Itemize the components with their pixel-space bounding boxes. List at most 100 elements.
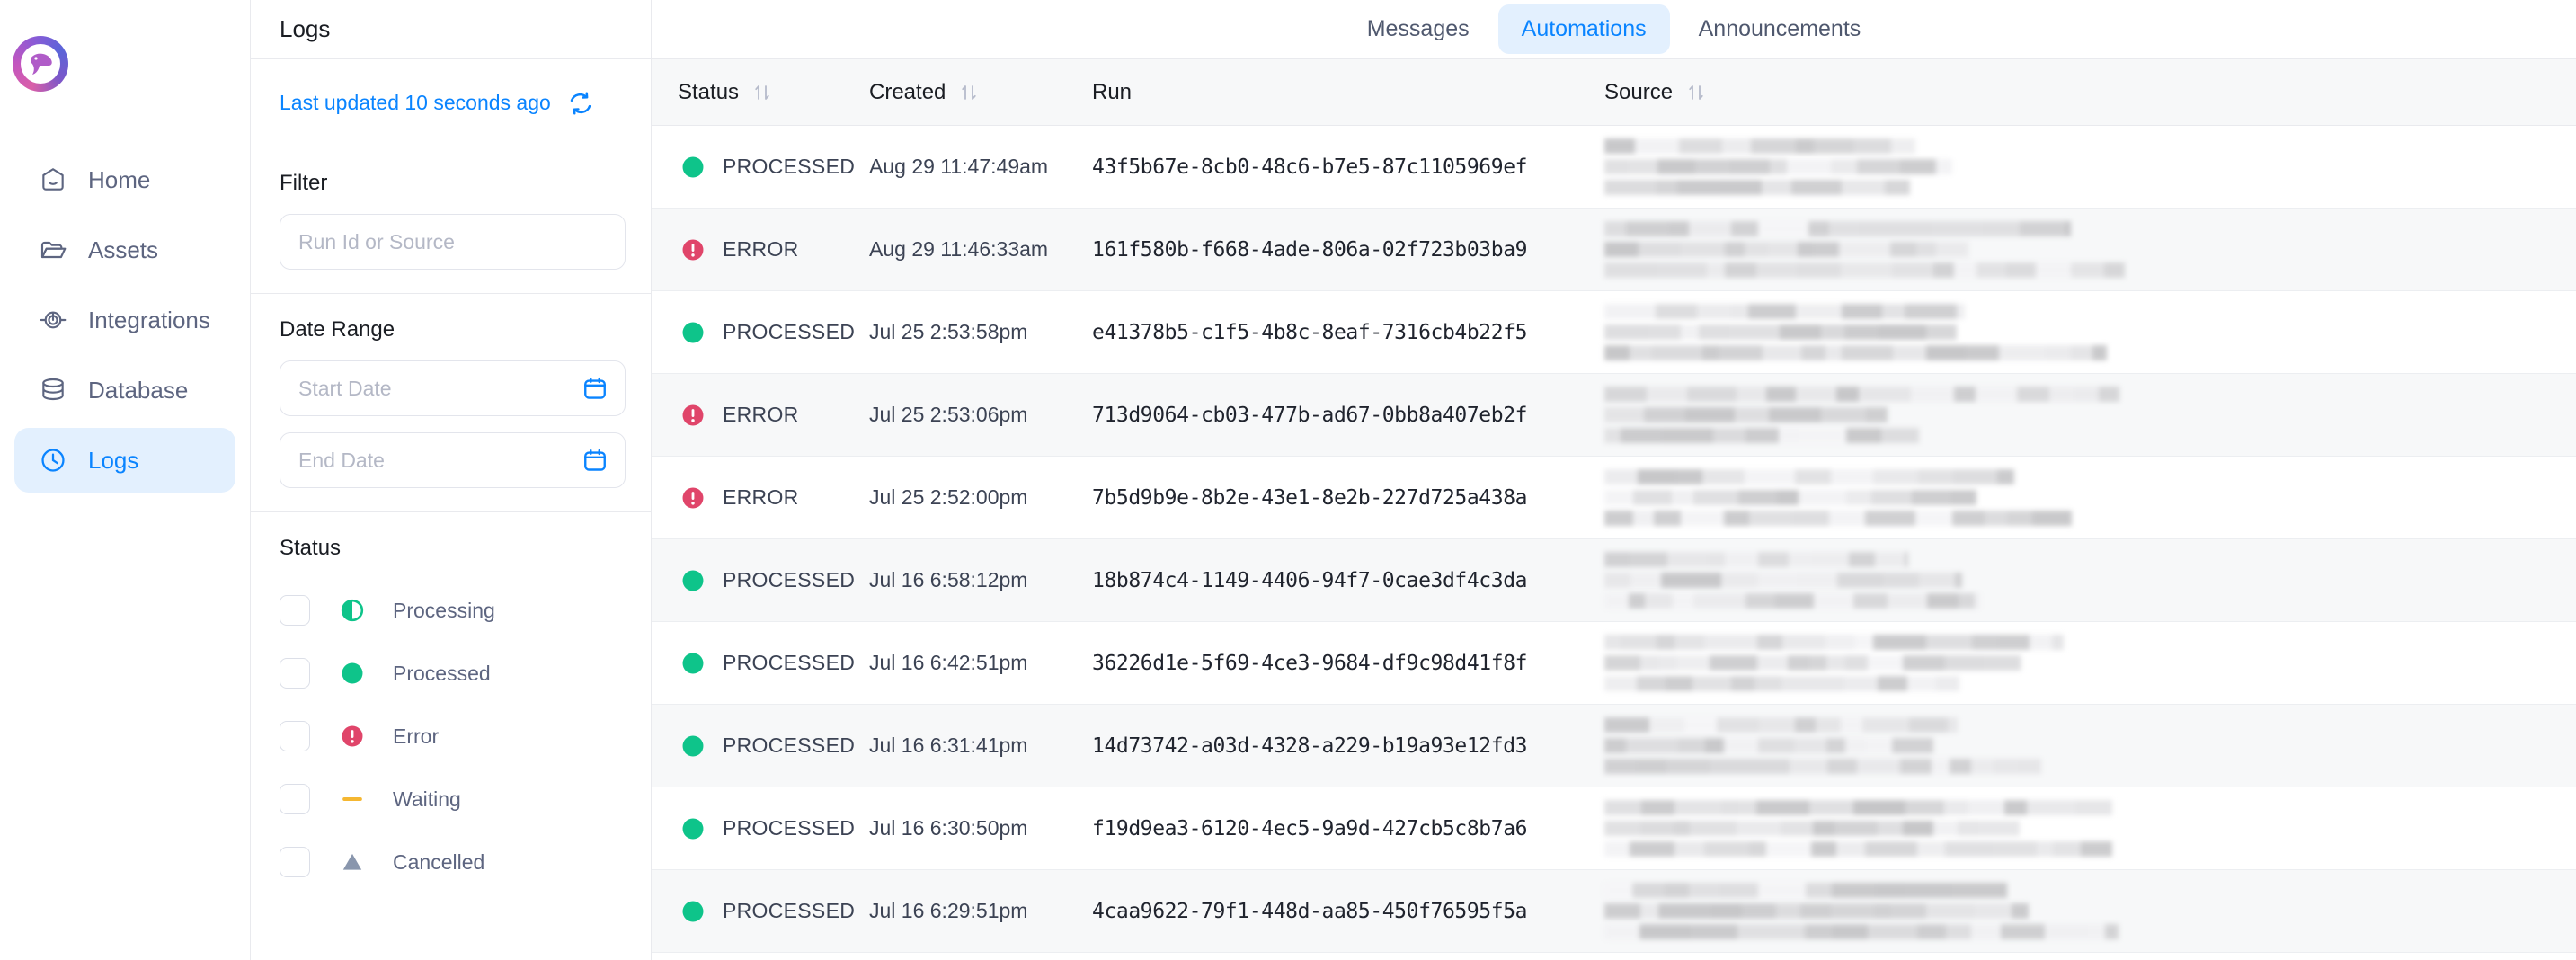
status-badge: PROCESSED — [723, 816, 856, 840]
sort-icon[interactable] — [958, 82, 980, 103]
created-timestamp: Aug 29 11:46:33am — [869, 237, 1049, 261]
sidebar-item-label: Home — [88, 165, 151, 193]
tab-automations[interactable]: Automations — [1497, 4, 1670, 54]
status-checkbox[interactable] — [280, 784, 310, 814]
dash-icon — [337, 784, 368, 814]
created-timestamp: Jul 16 6:29:51pm — [869, 899, 1028, 922]
created-timestamp: Jul 25 2:53:06pm — [869, 403, 1028, 426]
cell-status: ERROR — [652, 237, 869, 262]
cell-source — [1595, 138, 2576, 195]
start-date-placeholder: Start Date — [298, 376, 392, 400]
status-option-waiting[interactable]: Waiting — [280, 768, 622, 831]
created-timestamp: Aug 29 11:47:49am — [869, 155, 1049, 178]
column-header-label: Source — [1604, 79, 1674, 104]
sidebar-item-label: Logs — [88, 446, 139, 474]
error-circle-icon — [678, 238, 708, 262]
table-row[interactable]: PROCESSED Jul 16 6:58:12pm 18b874c4-1149… — [652, 539, 2576, 622]
run-id: 7b5d9b9e-8b2e-43e1-8e2b-227d725a438a — [1092, 485, 1528, 510]
logo-wrap — [0, 36, 250, 92]
cell-created: Jul 16 6:31:41pm — [869, 733, 1092, 758]
table-body: PROCESSED Aug 29 11:47:49am 43f5b67e-8cb… — [652, 126, 2576, 960]
table-row[interactable]: PROCESSED Jul 16 6:30:50pm f19d9ea3-6120… — [652, 787, 2576, 870]
status-option-cancelled[interactable]: Cancelled — [280, 831, 622, 893]
table-row[interactable]: PROCESSED Jul 16 6:29:51pm 4caa9622-79f1… — [652, 870, 2576, 953]
status-checkbox[interactable] — [280, 658, 310, 689]
run-id: 161f580b-f668-4ade-806a-02f723b03ba9 — [1092, 237, 1528, 262]
bird-logo[interactable] — [13, 36, 68, 92]
cell-created: Aug 29 11:46:33am — [869, 237, 1092, 262]
status-checkbox[interactable] — [280, 847, 310, 877]
status-option-processing[interactable]: Processing — [280, 579, 622, 642]
cell-created: Aug 29 11:47:49am — [869, 155, 1092, 179]
cell-status: PROCESSED — [652, 568, 869, 592]
status-option-processed[interactable]: Processed — [280, 642, 622, 705]
run-id: 36226d1e-5f69-4ce3-9684-df9c98d41f8f — [1092, 651, 1528, 675]
sidebar: Home Assets Integrations Database Logs — [0, 0, 251, 960]
table-header: Status Created Run Source — [652, 59, 2576, 126]
cell-run: 36226d1e-5f69-4ce3-9684-df9c98d41f8f — [1092, 652, 1595, 675]
column-header-status[interactable]: Status — [652, 80, 869, 105]
cell-status: PROCESSED — [652, 320, 869, 344]
sidebar-item-logs[interactable]: Logs — [14, 428, 235, 493]
table-row[interactable]: ERROR Jul 25 2:53:06pm 713d9064-cb03-477… — [652, 374, 2576, 457]
table-row[interactable]: PROCESSED Aug 29 11:47:49am 43f5b67e-8cb… — [652, 126, 2576, 209]
table-row[interactable]: ERROR Aug 29 11:46:33am 161f580b-f668-4a… — [652, 209, 2576, 291]
bird-glyph — [30, 53, 52, 75]
search-input[interactable]: Run Id or Source — [280, 214, 626, 270]
end-date-input[interactable]: End Date — [280, 432, 626, 488]
cell-run: 18b874c4-1149-4406-94f7-0cae3df4c3da — [1092, 569, 1595, 592]
half-circle-icon — [337, 595, 368, 626]
redacted-source — [1604, 221, 2125, 278]
tab-announcements[interactable]: Announcements — [1675, 4, 1885, 54]
run-id: 43f5b67e-8cb0-48c6-b7e5-87c1105969ef — [1092, 155, 1528, 179]
filled-circle-icon — [337, 658, 368, 689]
sort-icon[interactable] — [1685, 82, 1707, 103]
table-row[interactable]: ERROR Jul 25 2:52:00pm 7b5d9b9e-8b2e-43e… — [652, 457, 2576, 539]
sidebar-item-home[interactable]: Home — [14, 147, 235, 212]
created-timestamp: Jul 16 6:58:12pm — [869, 568, 1028, 591]
status-badge: ERROR — [723, 237, 799, 261]
sidebar-item-label: Assets — [88, 236, 159, 263]
table-row[interactable]: PROCESSED Jul 25 2:53:58pm e41378b5-c1f5… — [652, 291, 2576, 374]
integrations-icon — [38, 305, 68, 335]
sidebar-item-integrations[interactable]: Integrations — [14, 288, 235, 352]
table-row[interactable]: PROCESSED Jul 16 6:42:51pm 36226d1e-5f69… — [652, 622, 2576, 705]
cell-source — [1595, 883, 2576, 939]
cell-status: PROCESSED — [652, 155, 869, 179]
cell-created: Jul 16 6:58:12pm — [869, 568, 1092, 592]
status-checkbox[interactable] — [280, 721, 310, 751]
status-checkbox[interactable] — [280, 595, 310, 626]
redacted-source — [1604, 304, 2107, 360]
start-date-input[interactable]: Start Date — [280, 360, 626, 416]
refresh-icon[interactable] — [567, 90, 594, 117]
tab-messages[interactable]: Messages — [1344, 4, 1493, 54]
redacted-source — [1604, 387, 2119, 443]
column-header-created[interactable]: Created — [869, 80, 1092, 105]
cell-status: ERROR — [652, 403, 869, 427]
created-timestamp: Jul 25 2:52:00pm — [869, 485, 1028, 509]
status-filter-section: Status Processing Processed Error Waitin… — [251, 512, 651, 917]
run-id: 14d73742-a03d-4328-a229-b19a93e12fd3 — [1092, 733, 1528, 758]
cell-source — [1595, 635, 2576, 691]
filled-circle-icon — [678, 652, 708, 675]
run-id: 4caa9622-79f1-448d-aa85-450f76595f5a — [1092, 899, 1528, 923]
cell-source — [1595, 717, 2576, 774]
filter-section: Filter Run Id or Source — [251, 147, 651, 294]
calendar-icon[interactable] — [582, 447, 608, 474]
last-updated-text[interactable]: Last updated 10 seconds ago — [280, 91, 551, 115]
status-option-error[interactable]: Error — [280, 705, 622, 768]
status-badge: PROCESSED — [723, 568, 856, 591]
sidebar-item-database[interactable]: Database — [14, 358, 235, 422]
calendar-icon[interactable] — [582, 375, 608, 402]
column-header-source[interactable]: Source — [1595, 80, 2576, 105]
status-option-label: Cancelled — [393, 849, 485, 874]
redacted-source — [1604, 469, 2072, 526]
status-badge: PROCESSED — [723, 733, 856, 757]
folder-icon — [38, 235, 68, 265]
last-updated-bar: Last updated 10 seconds ago — [251, 59, 651, 147]
filled-circle-icon — [678, 156, 708, 179]
table-row[interactable]: PROCESSED Jul 16 6:31:41pm 14d73742-a03d… — [652, 705, 2576, 787]
sidebar-item-assets[interactable]: Assets — [14, 218, 235, 282]
cell-run: f19d9ea3-6120-4ec5-9a9d-427cb5c8b7a6 — [1092, 817, 1595, 840]
sort-icon[interactable] — [751, 82, 773, 103]
